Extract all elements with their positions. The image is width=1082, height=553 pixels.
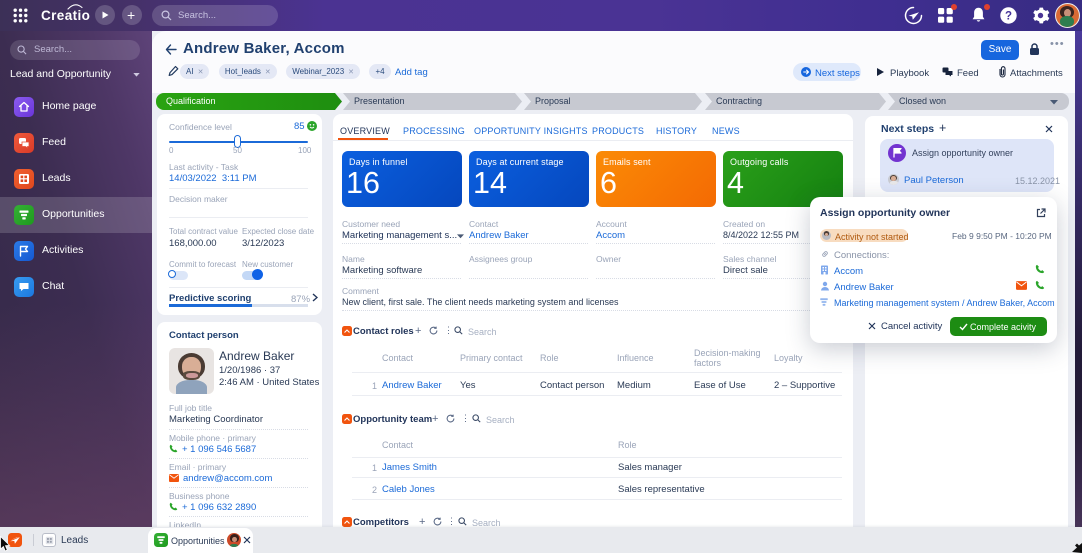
svg-text:?: ? xyxy=(1005,11,1012,23)
